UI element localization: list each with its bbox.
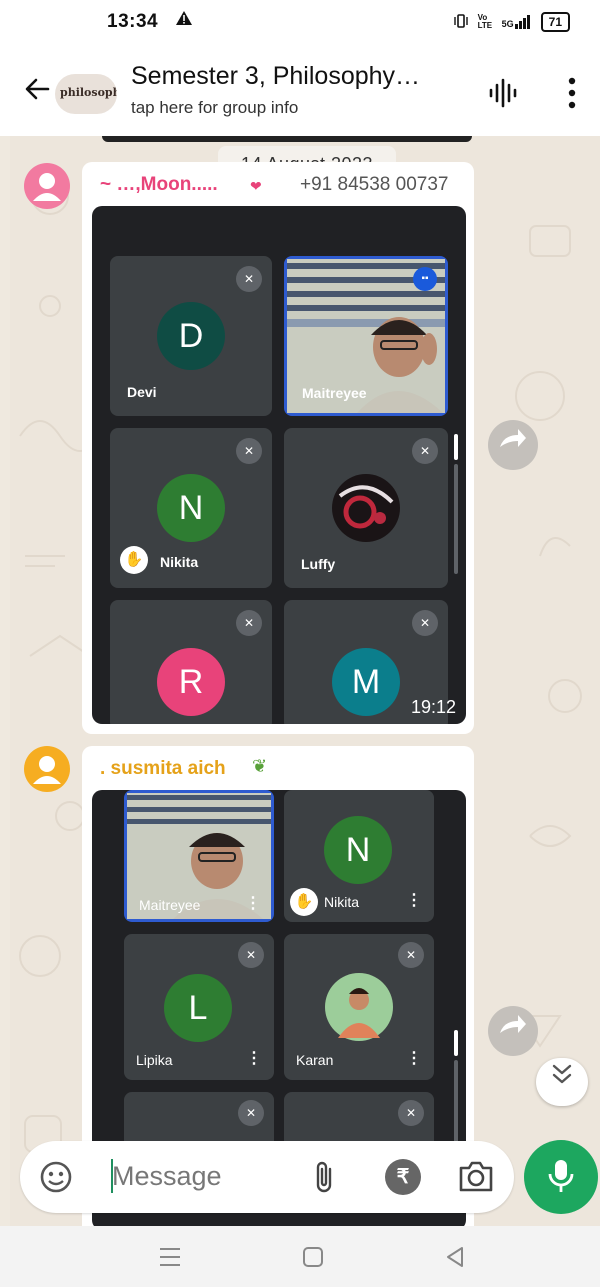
system-nav-bar xyxy=(0,1226,600,1287)
tile-menu-icon: ⋮ xyxy=(406,892,422,909)
participant-tile: ✕ N ✋ Nikita xyxy=(110,428,272,588)
participant-name: Nikita xyxy=(324,894,360,910)
participant-tile: ✕ Luffy xyxy=(284,428,448,588)
raise-hand-icon: ✋ xyxy=(290,888,318,916)
participant-name: Maitreyee xyxy=(302,385,367,401)
participant-name: Luffy xyxy=(301,556,336,572)
participant-initial: N xyxy=(157,474,225,542)
tile-menu-icon: ⋮ xyxy=(245,895,261,912)
speaking-icon: ▪▪ xyxy=(413,267,437,291)
tile-menu-icon: ⋮ xyxy=(246,1050,262,1067)
scrollbar-track xyxy=(454,464,458,574)
sender-name[interactable]: ~ …,Moon..... xyxy=(100,174,218,196)
participant-initial: M xyxy=(332,648,400,716)
scrollbar xyxy=(454,1030,458,1056)
status-bar: 13:34 Vo LTE 5G 71 xyxy=(0,0,600,46)
participant-photo xyxy=(332,474,400,542)
participant-initial: R xyxy=(157,648,225,716)
mic-off-icon: ✕ xyxy=(238,1100,264,1126)
volte-label: Vo LTE xyxy=(477,13,493,30)
mic-off-icon: ✕ xyxy=(238,942,264,968)
participant-initial: D xyxy=(157,302,225,370)
mic-off-icon: ✕ xyxy=(236,266,262,292)
participant-tile-video: ▪▪ Maitreyee xyxy=(284,256,448,416)
participant-name: Karan xyxy=(296,1052,334,1068)
participant-name: Maitreyee xyxy=(139,897,201,913)
participant-tile-video: Maitreyee ⋮ xyxy=(124,790,274,922)
vibrate-icon xyxy=(453,13,468,32)
nav-home-icon[interactable] xyxy=(302,1246,324,1273)
mic-off-icon: ✕ xyxy=(398,1100,424,1126)
mic-off-icon: ✕ xyxy=(236,438,262,464)
participant-tile: ✕ R xyxy=(110,600,272,724)
voice-chat-icon[interactable] xyxy=(486,76,520,115)
rupee-icon[interactable]: ₹ xyxy=(385,1159,421,1195)
chat-header[interactable]: philosophy Semester 3, Philosophy… tap h… xyxy=(0,46,600,136)
participant-tile: ✕ D Devi xyxy=(110,256,272,416)
network-label: 5G xyxy=(501,19,514,29)
nav-back-icon[interactable] xyxy=(444,1246,466,1273)
mic-off-icon: ✕ xyxy=(236,610,262,636)
scrollbar xyxy=(454,434,458,460)
participant-tile: ✕ Karan ⋮ xyxy=(284,934,434,1080)
message-bubble[interactable]: ~ …,Moon..... ❤ +91 84538 00737 ✕ D Devi xyxy=(82,162,474,734)
mic-off-icon: ✕ xyxy=(398,942,424,968)
camera-icon[interactable] xyxy=(457,1159,495,1198)
more-vert-icon[interactable] xyxy=(565,76,579,115)
sender-avatar[interactable] xyxy=(24,163,70,209)
image-attachment[interactable]: ✕ D Devi ▪▪ Maitreyee ✕ N ✋ Nikita ✕ Luf… xyxy=(92,206,466,724)
sender-name[interactable]: . susmita aich xyxy=(100,758,226,780)
sticker-icon[interactable] xyxy=(38,1159,74,1200)
mic-off-icon: ✕ xyxy=(412,610,438,636)
chat-area[interactable]: 14 August 2023 ~ …,Moon..... ❤ +91 84538… xyxy=(10,136,600,1226)
tile-menu-icon: ⋮ xyxy=(406,1050,422,1067)
participant-tile: ✕ L Lipika ⋮ xyxy=(124,934,274,1080)
leaf-emoji: ❦ xyxy=(252,756,268,776)
forward-icon[interactable] xyxy=(488,1006,538,1056)
group-avatar[interactable]: philosophy xyxy=(55,74,117,114)
status-time: 13:34 xyxy=(107,11,159,32)
heart-emoji: ❤ xyxy=(250,178,262,194)
participant-name: Nikita xyxy=(160,554,199,570)
nav-menu-icon[interactable] xyxy=(158,1246,182,1273)
participant-name: Devi xyxy=(127,384,157,400)
alert-icon xyxy=(175,10,193,31)
signal-icon: 5G xyxy=(502,15,531,29)
status-icons: Vo LTE 5G 71 xyxy=(453,12,570,32)
scrollbar-track xyxy=(454,1060,458,1150)
back-arrow-icon[interactable] xyxy=(22,74,52,109)
message-time: 19:12 xyxy=(410,697,456,717)
participant-initial: N xyxy=(324,816,392,884)
sender-phone: +91 84538 00737 xyxy=(300,174,449,195)
participant-name: Lipika xyxy=(136,1052,173,1068)
mic-icon xyxy=(548,1158,574,1201)
battery-icon: 71 xyxy=(540,12,570,32)
mic-off-icon: ✕ xyxy=(412,438,438,464)
chevron-down-icon[interactable] xyxy=(536,1058,588,1106)
message-input[interactable]: Message xyxy=(112,1161,222,1192)
chat-subtitle[interactable]: tap here for group info xyxy=(131,98,298,118)
participant-initial: L xyxy=(164,974,232,1042)
message-composer[interactable]: Message ₹ xyxy=(20,1141,514,1213)
participant-photo xyxy=(325,973,393,1041)
sender-avatar[interactable] xyxy=(24,746,70,792)
chat-title[interactable]: Semester 3, Philosophy… xyxy=(131,62,420,91)
group-avatar-text: philosophy xyxy=(60,86,117,99)
raise-hand-icon: ✋ xyxy=(120,546,148,574)
forward-icon[interactable] xyxy=(488,420,538,470)
attach-icon[interactable] xyxy=(312,1159,336,1200)
participant-tile: N ✋ Nikita ⋮ xyxy=(284,790,434,922)
mic-button[interactable] xyxy=(524,1140,598,1214)
previous-message-edge xyxy=(102,136,472,142)
